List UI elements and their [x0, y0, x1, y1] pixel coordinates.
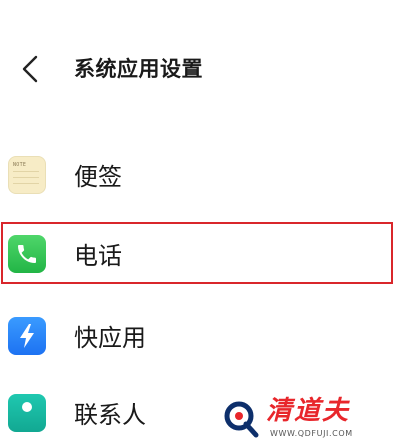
settings-screen: 系统应用设置 NOTE 便签 电话 快应用 联系人 清道夫 WWW.QDFUJI… — [0, 0, 400, 447]
qdf-logo-icon — [224, 401, 259, 438]
app-label-notes: 便签 — [74, 163, 122, 191]
watermark-brand: 清道夫 — [266, 396, 351, 426]
app-label-phone: 电话 — [74, 242, 122, 270]
notes-icon-text: NOTE — [13, 162, 27, 168]
back-button[interactable] — [14, 52, 48, 86]
chevron-left-icon — [22, 55, 38, 83]
watermark: 清道夫 WWW.QDFUJI.COM — [220, 395, 390, 443]
page-title: 系统应用设置 — [74, 57, 203, 81]
header: 系统应用设置 — [0, 0, 400, 140]
quick-app-icon — [8, 317, 46, 355]
app-row-quick-app[interactable]: 快应用 — [0, 303, 400, 373]
app-row-notes[interactable]: NOTE 便签 — [0, 142, 400, 212]
app-row-phone[interactable]: 电话 — [0, 221, 400, 291]
highlight-box — [1, 222, 393, 284]
phone-icon — [8, 235, 46, 273]
watermark-url: WWW.QDFUJI.COM — [270, 429, 353, 438]
app-label-quick-app: 快应用 — [74, 324, 146, 352]
notes-icon: NOTE — [8, 156, 46, 194]
contacts-icon — [8, 394, 46, 432]
app-label-contacts: 联系人 — [74, 401, 146, 429]
